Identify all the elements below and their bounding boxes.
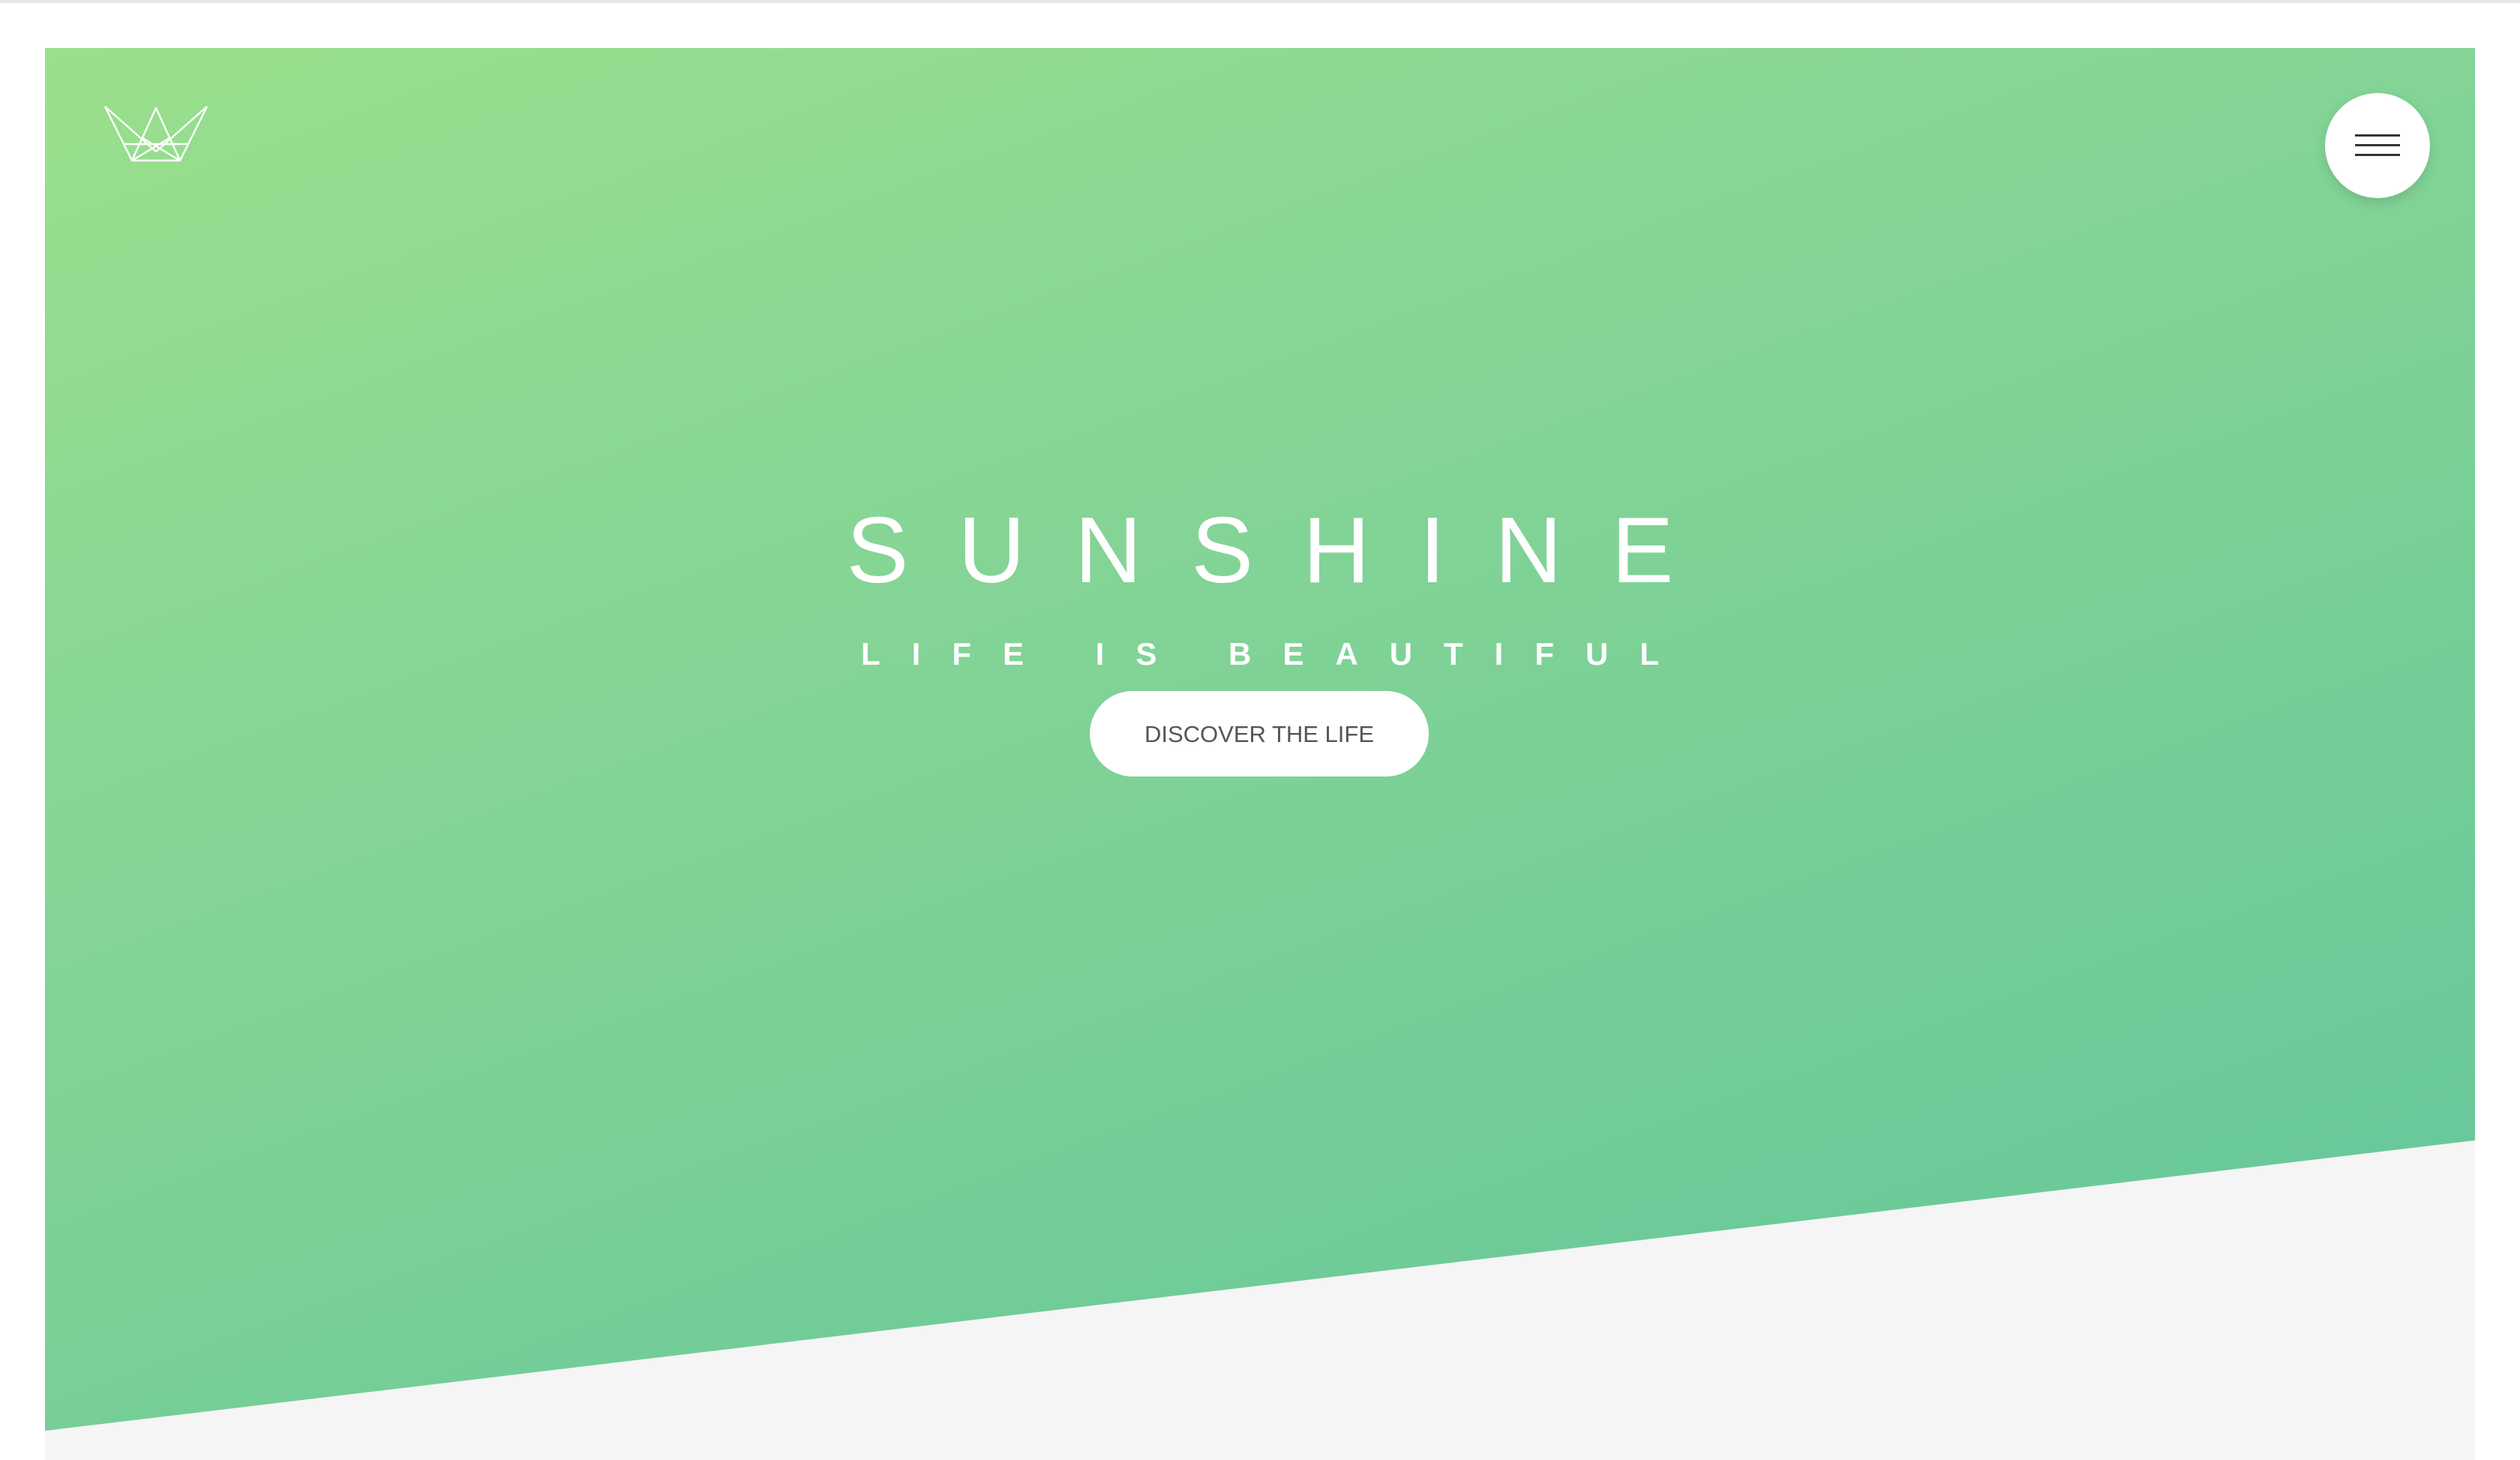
- crown-icon[interactable]: [104, 105, 208, 162]
- hero-subtitle: LIFE IS BEAUTIFUL: [861, 636, 1690, 671]
- discover-button[interactable]: DISCOVER THE LIFE: [1090, 691, 1429, 777]
- page: SUNSHINE LIFE IS BEAUTIFUL DISCOVER THE …: [45, 48, 2475, 1460]
- hamburger-menu-icon: [2355, 133, 2400, 158]
- menu-button[interactable]: [2325, 93, 2430, 198]
- top-divider: [0, 0, 2520, 3]
- hero-title: SUNSHINE: [846, 499, 1724, 602]
